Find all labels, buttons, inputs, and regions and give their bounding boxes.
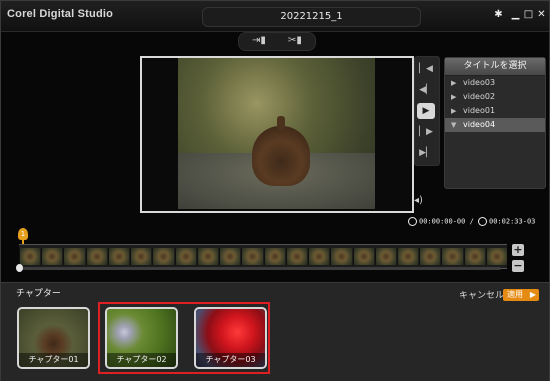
chapter-thumbnail[interactable]: チャプター01 [17, 307, 90, 369]
film-frame [441, 248, 463, 265]
current-timecode: 00:00:00-00 [419, 217, 466, 226]
film-frame [308, 248, 330, 265]
arrow-right-icon: ▶ [529, 290, 536, 299]
chapter-marker[interactable]: 1 [18, 228, 28, 240]
app-window: Corel Digital Studio 20221215_1 ✱ ▁ □ ✕ … [0, 0, 550, 381]
maximize-icon[interactable]: □ [523, 9, 534, 21]
timeline-slider-knob[interactable] [16, 264, 23, 272]
film-frame [330, 248, 352, 265]
duration-icon [478, 217, 488, 226]
next-frame-icon[interactable]: ▏▶ [417, 124, 435, 140]
title-select-header: タイトルを選択 [445, 58, 545, 76]
film-frame [241, 248, 263, 265]
expand-arrow-icon: ▶ [451, 93, 457, 101]
timecode-separator: / [469, 217, 474, 226]
go-to-start-icon[interactable]: ▏◀ [417, 61, 435, 77]
film-frame [485, 248, 508, 265]
title-item-label: video03 [463, 78, 496, 87]
film-frame [396, 248, 419, 265]
video-frame [178, 58, 375, 209]
chapter-section-label: チャプター [16, 289, 61, 299]
expand-arrow-icon: ▶ [451, 107, 457, 115]
pinecone-image [252, 116, 310, 186]
expand-arrow-icon: ▶ [451, 79, 457, 87]
film-frame [63, 248, 85, 265]
total-timecode: 00:02:33-03 [489, 217, 536, 226]
film-frame [174, 248, 196, 265]
title-item-label: video01 [463, 106, 496, 115]
trim-toolbar: ⇥▮ ✂▮ [238, 32, 316, 51]
settings-icon[interactable]: ✱ [493, 9, 504, 21]
film-frame [219, 248, 241, 265]
title-select-panel: タイトルを選択 ▶ video03 ▶ video02 ▶ video01 ▼ … [444, 57, 546, 189]
clock-icon [408, 217, 417, 226]
filmstrip[interactable] [19, 244, 508, 269]
video-preview[interactable] [140, 56, 414, 213]
trim-out-icon[interactable]: ✂▮ [281, 34, 309, 48]
zoom-in-button[interactable]: + [512, 244, 524, 256]
film-frame [285, 248, 308, 265]
film-frame [419, 248, 441, 265]
timeline-slider[interactable] [19, 267, 501, 270]
film-frame [463, 248, 485, 265]
film-frame [85, 248, 107, 265]
project-name: 20221215_1 [202, 7, 421, 27]
film-frame [130, 248, 152, 265]
title-item-selected[interactable]: ▼ video04 [445, 118, 545, 132]
trim-in-icon[interactable]: ⇥▮ [245, 34, 273, 48]
previous-frame-icon[interactable]: ◀▏ [417, 82, 435, 98]
chapter-thumbnail-label: チャプター01 [19, 353, 88, 367]
minimize-icon[interactable]: ▁ [510, 9, 521, 21]
title-item[interactable]: ▶ video03 [445, 76, 545, 90]
title-bar: Corel Digital Studio 20221215_1 ✱ ▁ □ ✕ [1, 1, 549, 32]
app-title: Corel Digital Studio [7, 8, 114, 20]
film-frame [196, 248, 219, 265]
film-frame [352, 248, 374, 265]
filmstrip-frames [19, 248, 508, 265]
title-item-label: video04 [463, 120, 496, 129]
play-icon[interactable]: ▶ [417, 103, 435, 119]
close-icon[interactable]: ✕ [536, 9, 547, 21]
film-frame [374, 248, 396, 265]
cancel-button[interactable]: キャンセル [459, 288, 504, 301]
collapse-arrow-icon: ▼ [451, 121, 457, 129]
zoom-out-button[interactable]: − [512, 260, 524, 272]
film-frame [41, 248, 63, 265]
apply-label: 適用 [507, 290, 523, 299]
film-frame [152, 248, 174, 265]
title-item-label: video02 [463, 92, 496, 101]
apply-button[interactable]: 適用 ▶ [503, 289, 539, 301]
volume-icon[interactable]: ◂) [414, 195, 423, 206]
film-frame [19, 248, 41, 265]
playback-controls: ▏◀ ◀▏ ▶ ▏▶ ▶▏ [414, 56, 440, 166]
film-frame [263, 248, 285, 265]
title-item[interactable]: ▶ video02 [445, 90, 545, 104]
go-to-end-icon[interactable]: ▶▏ [417, 145, 435, 161]
timecode-display: 00:00:00-00 / 00:02:33-03 [408, 217, 535, 226]
highlight-box [98, 302, 270, 374]
film-frame [107, 248, 130, 265]
title-item[interactable]: ▶ video01 [445, 104, 545, 118]
